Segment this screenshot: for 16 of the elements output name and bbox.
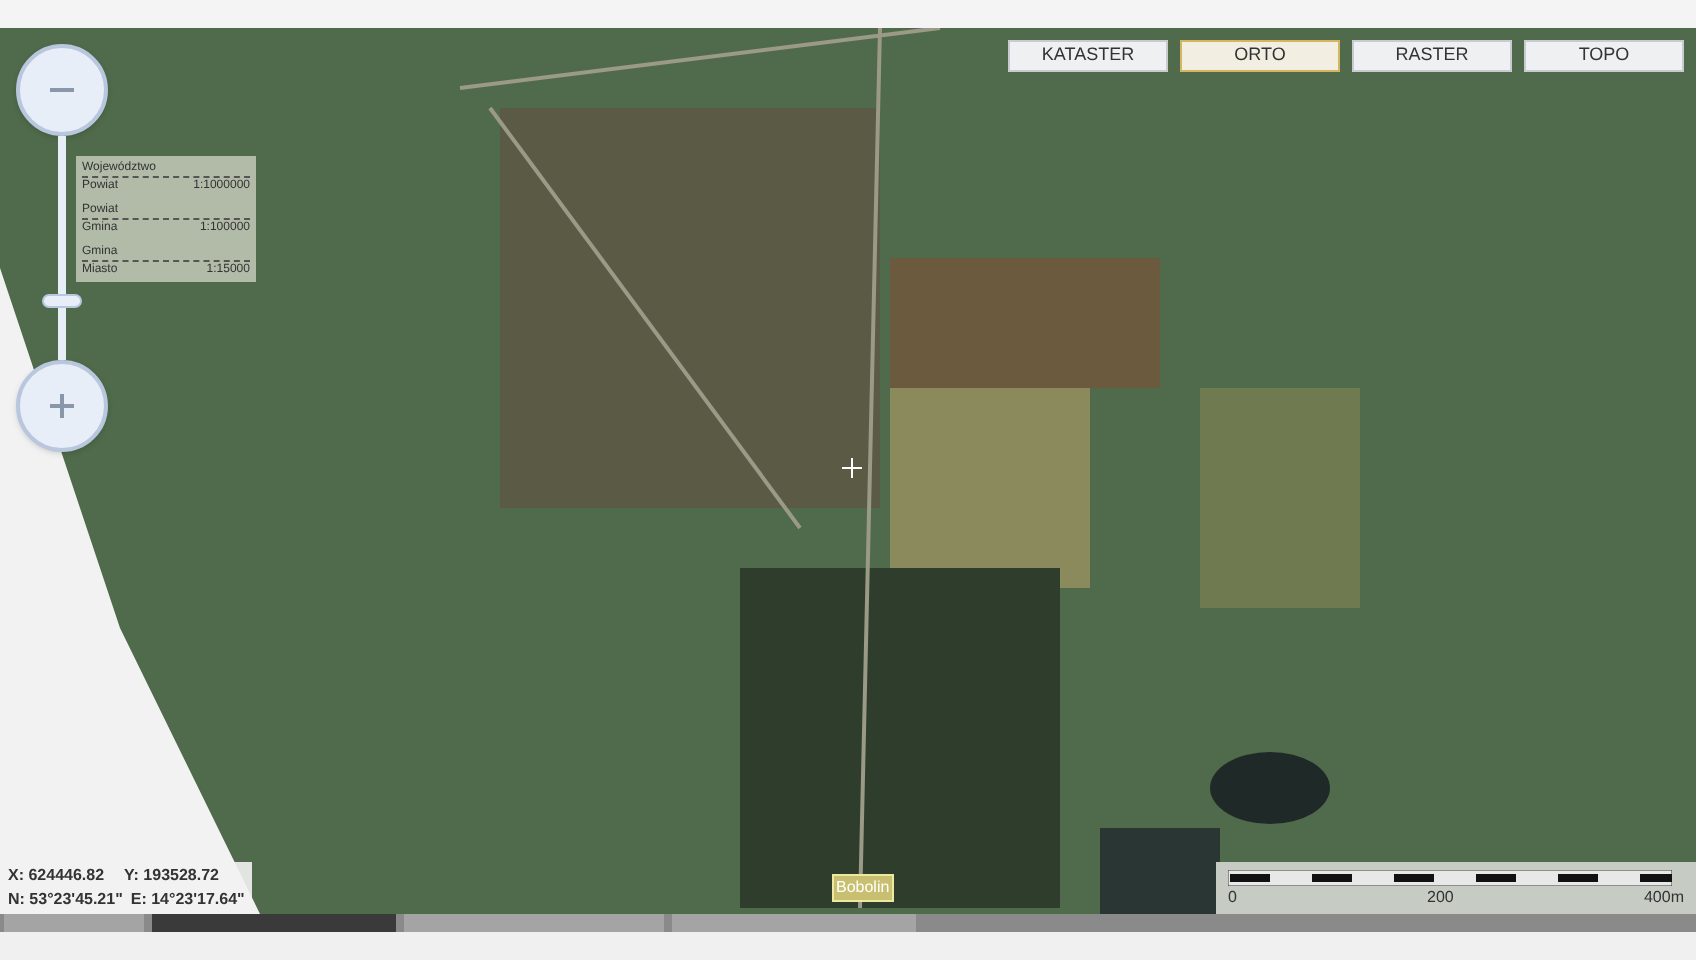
zoom-slider[interactable] (42, 136, 82, 360)
coordinate-text: Y: 193528.72 (124, 864, 219, 888)
layer-tab[interactable]: ORTO (1180, 40, 1340, 72)
coordinate-text: E: 14°23'17.64" (130, 888, 245, 912)
layer-tab[interactable]: KATASTER (1008, 40, 1168, 72)
place-label: Bobolin (832, 874, 894, 902)
coordinate-text: N: 53°23'45.21" (8, 888, 123, 912)
layer-tab[interactable]: TOPO (1524, 40, 1684, 72)
scale-ruler-icon (1228, 870, 1672, 886)
layer-tab[interactable]: RASTER (1352, 40, 1512, 72)
minus-icon (50, 88, 74, 92)
scale-tick-label: 0 (1228, 886, 1237, 910)
plus-icon (50, 394, 74, 418)
scale-tick-label: 400m (1643, 886, 1684, 910)
scale-tick-label: 200 (1427, 886, 1454, 910)
coordinate-text: X: 624446.82 (8, 864, 105, 888)
